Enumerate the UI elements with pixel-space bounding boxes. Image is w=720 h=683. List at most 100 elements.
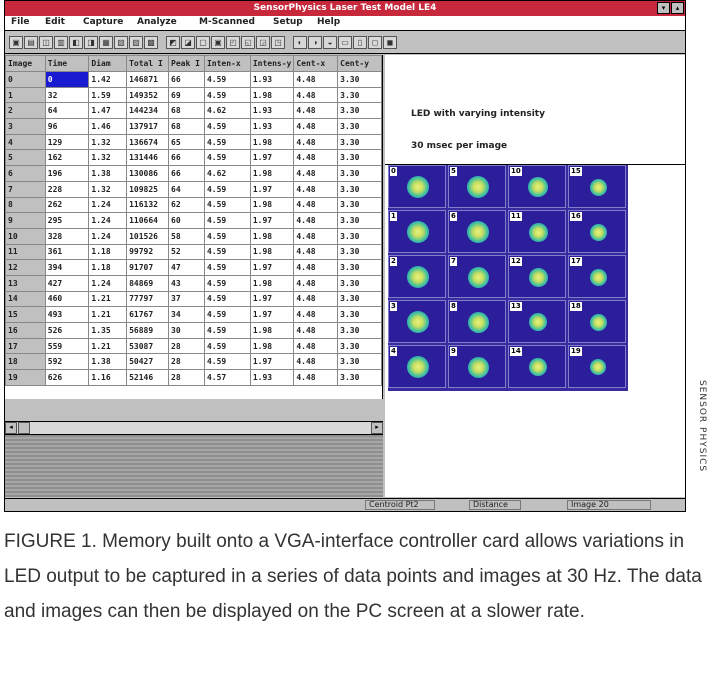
table-cell[interactable]: 50427 — [126, 353, 170, 371]
table-cell[interactable]: 4.48 — [293, 165, 339, 182]
table-cell[interactable]: 1.93 — [249, 71, 295, 88]
image-thumbnail[interactable]: 19 — [568, 345, 626, 388]
toolbar-cut-icon[interactable]: ◧ — [69, 36, 83, 49]
toolbar-zoom-out-icon[interactable]: ◪ — [181, 36, 195, 49]
table-cell[interactable]: 4.59 — [203, 212, 251, 229]
row-header-cell[interactable]: 5 — [5, 149, 46, 167]
table-cell[interactable]: 52 — [168, 243, 205, 261]
toolbar-grid-icon[interactable]: ▢ — [196, 36, 210, 49]
table-cell[interactable]: 4.59 — [203, 259, 251, 276]
table-cell[interactable]: 4.62 — [203, 165, 251, 182]
table-cell[interactable]: 4.59 — [203, 180, 251, 198]
table-cell[interactable]: 1.38 — [88, 165, 128, 182]
image-thumbnail[interactable]: 0 — [388, 165, 446, 208]
table-cell[interactable]: 32 — [44, 86, 90, 104]
table-cell[interactable]: 130086 — [126, 165, 170, 182]
image-thumbnail[interactable]: 14 — [508, 345, 566, 388]
table-cell[interactable]: 77797 — [126, 290, 170, 308]
table-cell[interactable]: 52146 — [126, 369, 170, 386]
table-cell[interactable]: 4.59 — [203, 322, 251, 339]
menu-analyze[interactable]: Analyze — [137, 17, 177, 27]
menu-edit[interactable]: Edit — [45, 17, 65, 27]
table-cell[interactable]: 4.48 — [293, 337, 339, 355]
menu-help[interactable]: Help — [317, 17, 340, 27]
table-cell[interactable]: 129 — [44, 133, 90, 151]
table-cell[interactable]: 4.59 — [203, 149, 251, 167]
table-cell[interactable]: 3.30 — [337, 274, 382, 292]
column-header[interactable]: Total I — [126, 55, 170, 72]
table-cell[interactable]: 526 — [44, 322, 90, 339]
scroll-thumb[interactable] — [18, 422, 30, 434]
table-cell[interactable]: 1.97 — [249, 259, 295, 276]
table-cell[interactable]: 427 — [44, 274, 90, 292]
row-header-cell[interactable]: 10 — [5, 227, 46, 245]
toolbar-cursor-icon[interactable]: ▭ — [338, 36, 352, 49]
toolbar-capture-icon[interactable]: ◰ — [226, 36, 240, 49]
table-cell[interactable]: 34 — [168, 306, 205, 323]
toolbar-zoom-in-icon[interactable]: ◩ — [166, 36, 180, 49]
row-header-cell[interactable]: 14 — [5, 290, 46, 308]
minimize-button[interactable]: ▾ — [657, 2, 670, 14]
table-cell[interactable]: 4.59 — [203, 243, 251, 261]
toolbar-first-icon[interactable]: ▦ — [99, 36, 113, 49]
table-cell[interactable]: 144234 — [126, 102, 170, 120]
table-cell[interactable]: 1.93 — [249, 102, 295, 120]
table-cell[interactable]: 4.48 — [293, 227, 339, 245]
table-cell[interactable]: 162 — [44, 149, 90, 167]
table-cell[interactable]: 4.48 — [293, 322, 339, 339]
table-cell[interactable]: 1.32 — [88, 149, 128, 167]
table-cell[interactable]: 53087 — [126, 337, 170, 355]
row-header-cell[interactable]: 6 — [5, 165, 46, 182]
scroll-right-icon[interactable]: ▸ — [371, 422, 383, 434]
table-cell[interactable]: 1.35 — [88, 322, 128, 339]
table-cell[interactable]: 149352 — [126, 86, 170, 104]
table-cell[interactable]: 1.98 — [249, 337, 295, 355]
table-cell[interactable]: 1.46 — [88, 118, 128, 135]
table-cell[interactable]: 66 — [168, 149, 205, 167]
table-cell[interactable]: 47 — [168, 259, 205, 276]
table-cell[interactable]: 3.30 — [337, 353, 382, 371]
column-header[interactable]: Peak I — [168, 55, 205, 72]
table-cell[interactable]: 460 — [44, 290, 90, 308]
table-cell[interactable]: 43 — [168, 274, 205, 292]
column-header[interactable]: Inten-x — [203, 55, 251, 72]
row-header-cell[interactable]: 18 — [5, 353, 46, 371]
table-cell[interactable]: 4.48 — [293, 369, 339, 386]
table-cell[interactable]: 3.30 — [337, 149, 382, 167]
row-header-cell[interactable]: 12 — [5, 259, 46, 276]
toolbar-last-icon[interactable]: ▩ — [144, 36, 158, 49]
table-cell[interactable]: 4.59 — [203, 196, 251, 214]
table-cell[interactable]: 3.30 — [337, 133, 382, 151]
table-cell[interactable]: 4.48 — [293, 71, 339, 88]
table-cell[interactable]: 28 — [168, 337, 205, 355]
table-cell[interactable]: 1.97 — [249, 353, 295, 371]
table-cell[interactable]: 1.93 — [249, 369, 295, 386]
menu-setup[interactable]: Setup — [273, 17, 303, 27]
table-cell[interactable]: 61767 — [126, 306, 170, 323]
image-thumbnail[interactable]: 16 — [568, 210, 626, 253]
table-cell[interactable]: 3.30 — [337, 196, 382, 214]
table-cell[interactable]: 4.48 — [293, 149, 339, 167]
row-header-cell[interactable]: 2 — [5, 102, 46, 120]
image-thumbnail[interactable]: 11 — [508, 210, 566, 253]
table-cell[interactable]: 1.21 — [88, 290, 128, 308]
toolbar-play-icon[interactable]: ◱ — [241, 36, 255, 49]
column-header[interactable]: Intens-y — [249, 55, 295, 72]
table-cell[interactable]: 1.93 — [249, 118, 295, 135]
table-cell[interactable]: 4.59 — [203, 227, 251, 245]
table-cell[interactable]: 136674 — [126, 133, 170, 151]
image-thumbnail[interactable]: 1 — [388, 210, 446, 253]
table-cell[interactable]: 228 — [44, 180, 90, 198]
column-header[interactable]: Time — [44, 55, 90, 72]
column-header[interactable]: Image — [5, 55, 46, 72]
table-cell[interactable]: 66 — [168, 165, 205, 182]
table-cell[interactable]: 64 — [168, 180, 205, 198]
table-cell[interactable]: 131446 — [126, 149, 170, 167]
table-cell[interactable]: 1.18 — [88, 243, 128, 261]
table-cell[interactable]: 4.48 — [293, 86, 339, 104]
table-cell[interactable]: 1.16 — [88, 369, 128, 386]
table-cell[interactable]: 1.98 — [249, 133, 295, 151]
table-cell[interactable]: 1.24 — [88, 196, 128, 214]
image-thumbnail[interactable]: 2 — [388, 255, 446, 298]
image-thumbnail[interactable]: 18 — [568, 300, 626, 343]
